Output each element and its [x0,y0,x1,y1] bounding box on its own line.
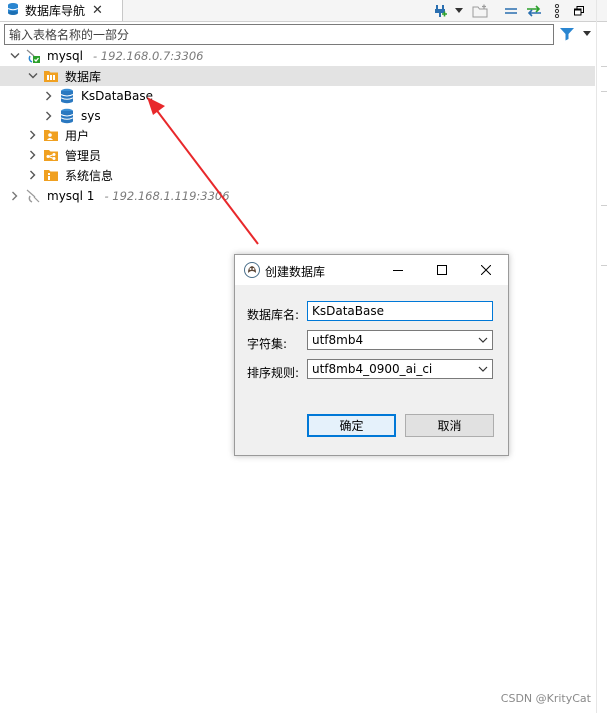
chevron-right-icon[interactable] [27,149,39,161]
charset-value: utf8mb4 [312,333,364,347]
collation-label: 排序规则: [247,366,300,380]
cancel-button-label: 取消 [437,419,462,433]
tab-database-navigator[interactable]: 数据库导航 ✕ [0,0,123,21]
connection-name: mysql 1 [47,189,95,203]
link-with-editor-icon[interactable] [524,2,544,19]
filter-icon[interactable] [556,24,578,43]
tree-item-users[interactable]: 用户 [27,125,89,145]
connection-host: - 192.168.1.119:3306 [104,189,230,203]
database-icon [59,88,75,104]
tree-item-label: 数据库 [65,69,102,84]
chevron-right-icon[interactable] [43,90,55,102]
ok-button[interactable]: 确定 [307,414,396,437]
collation-select[interactable]: utf8mb4_0900_ai_ci [307,359,493,379]
chevron-down-icon[interactable] [580,24,594,43]
maximize-button[interactable] [420,255,464,285]
new-connection-icon[interactable] [431,2,449,19]
tree-item-databases[interactable]: 数据库 [0,66,595,86]
view-tab-bar: 数据库导航 ✕ [0,0,607,22]
connection-host: - 192.168.0.7:3306 [93,49,204,63]
tree-item-label: 管理员 [65,148,102,163]
tab-label: 数据库导航 [25,4,86,18]
users-folder-icon [43,127,59,143]
panel-edge-mark [601,265,607,266]
maximize-icon [437,265,447,275]
restore-icon[interactable] [572,2,586,19]
close-button[interactable] [464,255,508,285]
tree-item-system-info[interactable]: 系统信息 [27,165,113,185]
panel-edge-mark [601,66,607,67]
chevron-down-icon[interactable] [27,70,39,82]
admin-folder-icon [43,147,59,163]
table-filter-input[interactable] [4,24,554,45]
tree-item-db-sys[interactable]: sys [43,106,101,126]
tree-item-label: 系统信息 [65,168,114,183]
dialog-title: 创建数据库 [265,265,326,279]
panel-edge-mark [601,91,607,92]
chevron-down-icon [478,366,488,372]
collapse-all-icon[interactable] [502,2,520,19]
tree-item-db-ksdatabase[interactable]: KsDataBase [43,86,153,106]
chevron-right-icon[interactable] [43,110,55,122]
charset-select[interactable]: utf8mb4 [307,330,493,350]
minimize-button[interactable] [376,255,420,285]
new-folder-icon[interactable] [470,2,490,19]
view-menu-icon[interactable] [550,2,564,19]
chevron-right-icon[interactable] [27,169,39,181]
tree-item-label: sys [81,109,101,123]
tree-connection-mysql[interactable]: mysql - 192.168.0.7:3306 [9,46,203,66]
database-name-input[interactable] [307,301,493,321]
connection-connected-icon [25,48,41,64]
dialog-title-bar[interactable]: 创建数据库 [235,255,508,285]
chevron-down-icon [478,337,488,343]
info-folder-icon [43,167,59,183]
tree-item-admins[interactable]: 管理员 [27,145,101,165]
database-icon [59,108,75,124]
databases-folder-icon [43,68,59,84]
create-database-dialog: 创建数据库 数据库名: 字符集: utf8mb4 排序规则: utf8mb4_0… [234,254,509,456]
minimize-icon [393,270,403,271]
panel-edge-mark [601,205,607,206]
tree-item-label: KsDataBase [81,89,153,103]
charset-label: 字符集: [247,337,288,351]
chevron-right-icon[interactable] [27,129,39,141]
connection-name: mysql [47,49,83,63]
database-name-label: 数据库名: [247,308,300,322]
database-navigator-icon [6,2,20,19]
close-icon[interactable]: ✕ [92,4,103,17]
chevron-down-icon[interactable] [9,50,21,62]
cancel-button[interactable]: 取消 [405,414,494,437]
collation-value: utf8mb4_0900_ai_ci [312,362,433,376]
tree-item-label: 用户 [65,128,90,143]
tree-connection-mysql-1[interactable]: mysql 1 - 192.168.1.119:3306 [9,186,230,206]
ok-button-label: 确定 [339,419,364,433]
panel-divider [596,0,597,713]
connection-disconnected-icon [25,188,41,204]
close-icon [481,265,491,275]
chevron-right-icon[interactable] [9,190,21,202]
watermark: CSDN @KrityCat [500,692,591,705]
dbeaver-logo-icon [244,262,260,281]
chevron-down-icon[interactable] [452,2,466,19]
